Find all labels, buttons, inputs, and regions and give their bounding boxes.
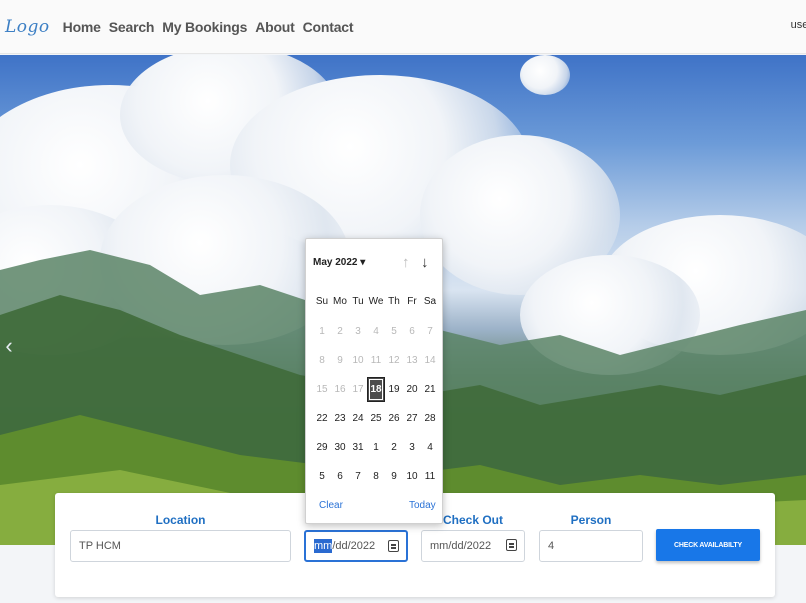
day-cell[interactable]: 27 bbox=[403, 404, 421, 433]
day-cell[interactable]: 4 bbox=[367, 317, 385, 346]
day-cell[interactable]: 25 bbox=[367, 404, 385, 433]
day-cell[interactable]: 23 bbox=[331, 404, 349, 433]
day-cell[interactable]: 17 bbox=[349, 375, 367, 404]
check-availability-button[interactable]: CHECK AVAILABILTY bbox=[656, 529, 760, 561]
day-cell[interactable]: 19 bbox=[385, 375, 403, 404]
day-cell[interactable]: 28 bbox=[421, 404, 439, 433]
weekday-label: Th bbox=[388, 296, 400, 307]
checkin-month-segment: mm bbox=[314, 539, 333, 553]
nav-search[interactable]: Search bbox=[109, 19, 155, 35]
day-cell[interactable]: 15 bbox=[313, 375, 331, 404]
day-cell[interactable]: 29 bbox=[313, 433, 331, 462]
location-value: TP HCM bbox=[79, 540, 121, 552]
day-cell[interactable]: 4 bbox=[421, 433, 439, 462]
day-cell[interactable]: 1 bbox=[367, 433, 385, 462]
weekday-label: Tu bbox=[352, 296, 364, 307]
person-label: Person bbox=[570, 513, 612, 527]
location-label: Location bbox=[155, 513, 206, 527]
day-cell[interactable]: 11 bbox=[421, 462, 439, 491]
day-cell[interactable]: 26 bbox=[385, 404, 403, 433]
clear-button[interactable]: Clear bbox=[319, 500, 343, 511]
day-cell[interactable]: 20 bbox=[403, 375, 421, 404]
datepicker-popup: May 2022 ▾ ↑ ↓ Su Mo Tu We Th Fr Sa 1234… bbox=[305, 238, 443, 524]
day-cell[interactable]: 7 bbox=[349, 462, 367, 491]
day-cell[interactable]: 31 bbox=[349, 433, 367, 462]
day-cell[interactable]: 10 bbox=[349, 346, 367, 375]
day-cell[interactable]: 30 bbox=[331, 433, 349, 462]
nav-my-bookings[interactable]: My Bookings bbox=[162, 19, 247, 35]
day-cell[interactable]: 8 bbox=[313, 346, 331, 375]
navbar: Logo Home Search My Bookings About Conta… bbox=[0, 0, 806, 54]
weekday-label: We bbox=[368, 296, 384, 307]
today-button[interactable]: Today bbox=[409, 500, 436, 511]
day-cell[interactable]: 22 bbox=[313, 404, 331, 433]
nav-contact[interactable]: Contact bbox=[303, 19, 354, 35]
weekday-label: Mo bbox=[333, 296, 347, 307]
day-cell[interactable]: 9 bbox=[385, 462, 403, 491]
day-grid: 1 2 3 4 5 6 7 8 9 10 11 12 13 14 15 16 17 18 19 20 21 22 23 24 2… bbox=[313, 317, 439, 491]
checkin-date-input[interactable]: mm /dd/2022 bbox=[304, 530, 408, 562]
day-cell-selected[interactable]: 18 bbox=[367, 377, 385, 402]
nav-home[interactable]: Home bbox=[63, 19, 101, 35]
day-cell[interactable]: 5 bbox=[385, 317, 403, 346]
weekday-label: Su bbox=[315, 296, 329, 307]
day-cell[interactable]: 8 bbox=[367, 462, 385, 491]
checkout-date-input[interactable]: mm/dd/2022 bbox=[421, 530, 525, 562]
day-cell[interactable]: 1 bbox=[313, 317, 331, 346]
day-cell[interactable]: 16 bbox=[331, 375, 349, 404]
day-cell[interactable]: 3 bbox=[349, 317, 367, 346]
person-value: 4 bbox=[548, 540, 555, 552]
day-cell[interactable]: 14 bbox=[421, 346, 439, 375]
calendar-icon[interactable] bbox=[388, 540, 399, 552]
day-cell[interactable]: 13 bbox=[403, 346, 421, 375]
day-cell[interactable]: 2 bbox=[385, 433, 403, 462]
nav-about[interactable]: About bbox=[255, 19, 295, 35]
day-cell[interactable]: 3 bbox=[403, 433, 421, 462]
day-cell[interactable]: 21 bbox=[421, 375, 439, 404]
day-cell[interactable]: 10 bbox=[403, 462, 421, 491]
checkin-date-rest: /dd/2022 bbox=[332, 540, 376, 552]
user-menu[interactable]: userC bbox=[791, 19, 806, 31]
month-year-dropdown[interactable]: May 2022 ▾ bbox=[313, 257, 365, 268]
weekday-label: Sa bbox=[423, 296, 437, 307]
day-cell[interactable]: 5 bbox=[313, 462, 331, 491]
day-cell[interactable]: 12 bbox=[385, 346, 403, 375]
day-cell[interactable]: 2 bbox=[331, 317, 349, 346]
day-cell[interactable]: 6 bbox=[403, 317, 421, 346]
location-input[interactable]: TP HCM bbox=[70, 530, 291, 562]
logo[interactable]: Logo bbox=[5, 17, 50, 37]
arrow-down-icon[interactable]: ↓ bbox=[421, 254, 429, 271]
day-cell[interactable]: 6 bbox=[331, 462, 349, 491]
checkout-value: mm/dd/2022 bbox=[430, 540, 492, 552]
day-cell[interactable]: 9 bbox=[331, 346, 349, 375]
person-input[interactable]: 4 bbox=[539, 530, 643, 562]
weekday-header: Su Mo Tu We Th Fr Sa bbox=[313, 296, 439, 307]
day-cell[interactable]: 24 bbox=[349, 404, 367, 433]
day-cell[interactable]: 7 bbox=[421, 317, 439, 346]
carousel-prev-icon[interactable]: ‹ bbox=[0, 331, 18, 361]
calendar-icon[interactable] bbox=[506, 539, 517, 551]
day-cell[interactable]: 11 bbox=[367, 346, 385, 375]
weekday-label: Fr bbox=[407, 296, 417, 307]
arrow-up-icon[interactable]: ↑ bbox=[402, 254, 410, 271]
